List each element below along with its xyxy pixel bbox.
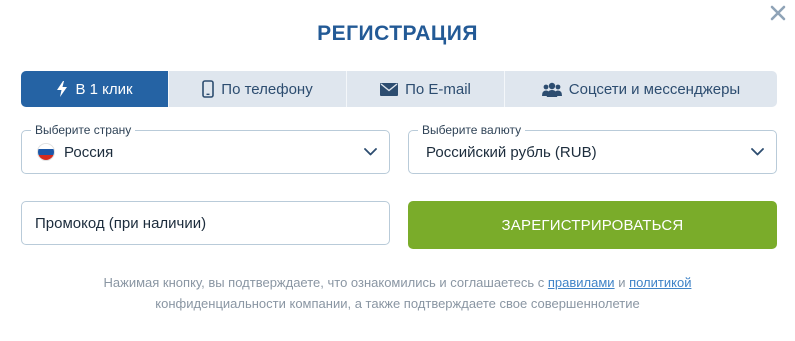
tab-phone[interactable]: По телефону <box>168 71 346 107</box>
tab-label: В 1 клик <box>75 80 133 98</box>
currency-select[interactable]: Выберите валюту Российский рубль (RUB) <box>408 123 777 174</box>
disclaimer-text: конфиденциальности компании, а также под… <box>155 296 640 311</box>
rules-link[interactable]: правилами <box>548 275 615 290</box>
envelope-icon <box>380 82 399 96</box>
disclaimer-text: Нажимая кнопку, вы подтверждаете, что оз… <box>103 275 548 290</box>
promo-code-field[interactable] <box>21 201 390 245</box>
register-button[interactable]: ЗАРЕГИСТРИРОВАТЬСЯ <box>408 201 777 249</box>
promo-code-input[interactable] <box>22 202 389 244</box>
russia-flag-icon <box>38 144 54 160</box>
users-icon <box>541 82 562 97</box>
registration-tabs: В 1 клик По телефону По E-mail Соцсети и… <box>21 71 777 107</box>
close-button[interactable] <box>767 2 789 24</box>
currency-value-wrap: Российский рубль (RUB) <box>426 131 597 173</box>
currency-value: Российский рубль (RUB) <box>426 143 597 161</box>
tab-one-click[interactable]: В 1 клик <box>21 71 168 107</box>
tab-label: По E-mail <box>405 80 471 98</box>
lightning-icon <box>57 81 68 97</box>
policy-link[interactable]: политикой <box>629 275 691 290</box>
tab-email[interactable]: По E-mail <box>346 71 504 107</box>
phone-icon <box>202 80 215 98</box>
country-select[interactable]: Выберите страну Россия <box>21 123 390 174</box>
close-icon <box>770 5 786 21</box>
disclaimer-text: и <box>614 275 630 290</box>
tab-label: По телефону <box>221 80 313 98</box>
terms-disclaimer: Нажимая кнопку, вы подтверждаете, что оз… <box>60 272 735 314</box>
tab-label: Соцсети и мессенджеры <box>568 80 741 98</box>
chevron-down-icon <box>751 148 764 156</box>
page-title: РЕГИСТРАЦИЯ <box>317 22 478 45</box>
chevron-down-icon <box>364 148 377 156</box>
tab-social[interactable]: Соцсети и мессенджеры <box>504 71 777 107</box>
country-value: Россия <box>64 143 114 161</box>
country-value-wrap: Россия <box>38 131 113 173</box>
